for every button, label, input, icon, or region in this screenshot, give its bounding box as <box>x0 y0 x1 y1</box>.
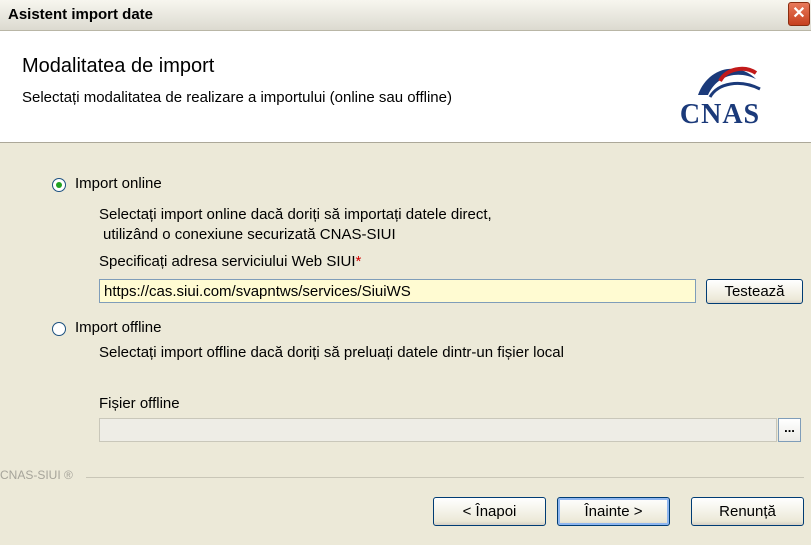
import-wizard-window: Asistent import date ✕ Modalitatea de im… <box>0 0 811 545</box>
import-offline-label[interactable]: Import offline <box>75 319 161 336</box>
ellipsis-icon: ... <box>784 420 795 435</box>
footer-brand: CNAS-SIUI ® <box>0 468 73 482</box>
offline-description: Selectați import offline dacă doriți să … <box>99 344 564 361</box>
logo-wordmark: CNAS <box>679 99 761 130</box>
web-service-url-input[interactable] <box>99 279 696 303</box>
close-icon: ✕ <box>792 5 806 22</box>
url-label-text: Specificați adresa serviciului Web SIUI <box>99 253 356 270</box>
page-title: Modalitatea de import <box>22 55 215 77</box>
import-offline-radio[interactable] <box>52 322 66 336</box>
window-title: Asistent import date <box>8 6 154 23</box>
url-field-label: Specificați adresa serviciului Web SIUI* <box>99 253 361 270</box>
offline-file-input[interactable] <box>99 418 777 442</box>
close-button[interactable]: ✕ <box>788 2 810 26</box>
cancel-button[interactable]: Renunță <box>691 497 804 526</box>
title-bar[interactable]: Asistent import date ✕ <box>0 0 811 31</box>
cnas-logo: CNAS <box>660 59 780 130</box>
cnas-swoosh-icon <box>698 66 761 98</box>
offline-file-label: Fișier offline <box>99 395 180 412</box>
back-button[interactable]: < Înapoi <box>433 497 546 526</box>
page-subtitle: Selectați modalitatea de realizare a imp… <box>22 89 452 106</box>
next-button[interactable]: Înainte > <box>557 497 670 526</box>
online-description-line1: Selectați import online dacă doriți să i… <box>99 206 492 223</box>
required-marker: * <box>355 253 362 270</box>
footer-divider <box>86 477 804 478</box>
import-online-radio[interactable] <box>52 178 66 192</box>
online-description-line2: utilizând o conexiune securizată CNAS-SI… <box>103 226 396 243</box>
test-connection-button[interactable]: Testează <box>706 279 803 304</box>
browse-file-button[interactable]: ... <box>778 418 801 442</box>
wizard-header: Modalitatea de import Selectați modalita… <box>0 31 811 143</box>
import-online-label[interactable]: Import online <box>75 175 162 192</box>
